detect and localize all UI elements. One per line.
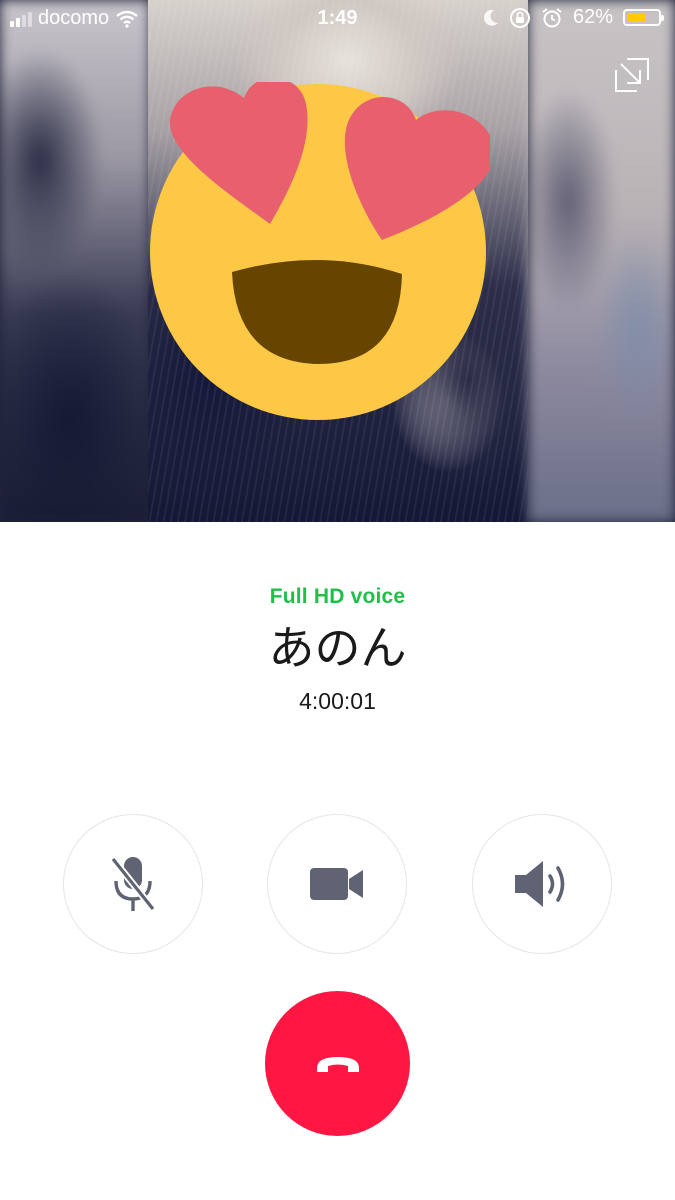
- orientation-lock-icon: [509, 7, 530, 28]
- video-background-right: [528, 0, 675, 522]
- caller-name: あのん: [268, 621, 407, 675]
- status-right: 62%: [483, 6, 664, 29]
- battery-percent: 62%: [572, 6, 613, 28]
- battery-icon: [623, 9, 664, 26]
- call-duration: 4:00:01: [299, 687, 376, 714]
- moon-icon: [483, 9, 498, 26]
- alarm-icon: [542, 7, 562, 27]
- call-quality-label: Full HD voice: [269, 585, 406, 608]
- battery-level-fill: [627, 13, 646, 22]
- microphone-muted-icon: [110, 856, 156, 912]
- remote-video-area[interactable]: [0, 0, 675, 522]
- minimize-arrow-icon[interactable]: [613, 56, 651, 94]
- video-button[interactable]: [267, 814, 407, 954]
- speaker-icon: [515, 861, 565, 907]
- status-bar: docomo 1:49 62%: [0, 0, 675, 38]
- call-info: Full HD voice あのん 4:00:01: [0, 585, 675, 715]
- end-call-button[interactable]: [265, 991, 410, 1136]
- phone-hangup-icon: [316, 1056, 359, 1072]
- call-controls: [0, 814, 675, 956]
- video-background-left: [0, 0, 150, 522]
- mute-button[interactable]: [63, 814, 203, 954]
- video-camera-icon: [310, 868, 363, 900]
- heart-eyes-emoji-icon: [150, 82, 490, 420]
- speaker-button[interactable]: [472, 814, 612, 954]
